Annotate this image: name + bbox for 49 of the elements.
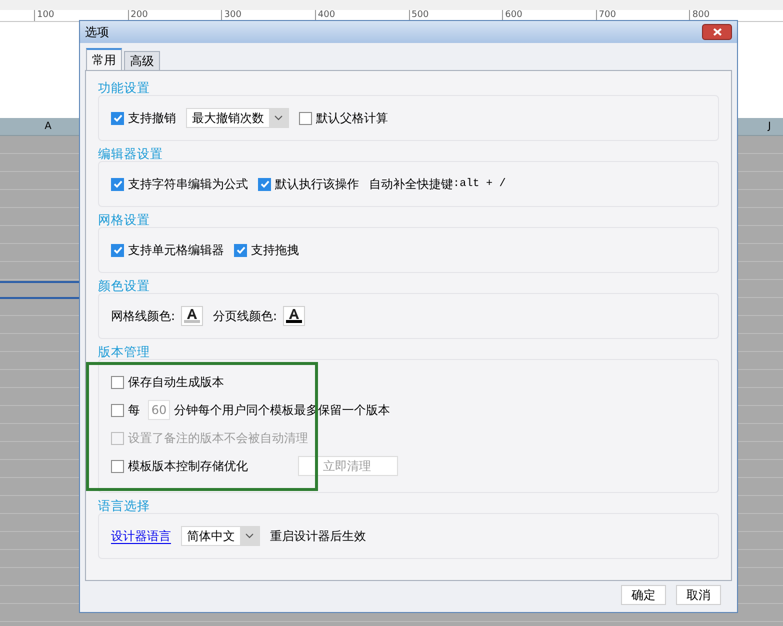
checkbox-label: 默认执行该操作	[275, 176, 359, 193]
section-title: 编辑器设置	[98, 146, 163, 161]
checkbox[interactable]	[111, 244, 124, 256]
dialog-button[interactable]: 确定	[621, 585, 666, 605]
interval-prefix: 每	[128, 402, 140, 419]
section-title: 语言选择	[98, 498, 150, 513]
checkbox[interactable]	[111, 178, 124, 190]
checkbox-label: 保存自动生成版本	[128, 374, 224, 391]
checkbox[interactable]	[258, 178, 271, 190]
close-icon	[712, 28, 722, 36]
chevron-down-icon	[240, 527, 259, 545]
dropdown-value: 最大撤销次数	[191, 110, 265, 127]
dropdown-value: 简体中文	[186, 528, 236, 545]
letter-icon	[288, 309, 300, 319]
checkbox-label: 支持撤销	[128, 110, 176, 127]
dialog-button[interactable]: 取消	[676, 585, 721, 605]
color-label: 分页线颜色:	[213, 308, 278, 325]
letter-icon	[186, 309, 198, 319]
dropdown[interactable]: 简体中文	[181, 526, 260, 546]
tab[interactable]: 高级	[124, 51, 160, 70]
checkbox[interactable]	[299, 112, 312, 124]
section-title: 版本管理	[98, 344, 150, 359]
checkbox[interactable]	[111, 404, 124, 416]
checkbox-label: 支持字符串编辑为公式	[128, 176, 248, 193]
color-picker-button[interactable]	[181, 306, 204, 326]
checkbox[interactable]	[111, 112, 124, 124]
section-title: 功能设置	[98, 80, 150, 95]
checkbox-label: 支持拖拽	[251, 242, 299, 259]
checkbox[interactable]	[111, 376, 124, 388]
minutes-field[interactable]: 60	[148, 400, 170, 420]
checkbox-label: 默认父格计算	[316, 110, 388, 127]
section-title: 颜色设置	[98, 278, 150, 293]
language-link[interactable]: 设计器语言	[111, 527, 171, 545]
chevron-down-icon	[269, 109, 288, 127]
shortcut-label: 自动补全快捷键	[369, 176, 453, 193]
shortcut-keys: :alt + /	[453, 176, 506, 192]
note-text: 重启设计器后生效	[270, 528, 366, 545]
checkbox-label: 支持单元格编辑器	[128, 242, 224, 259]
checkbox-label: 模板版本控制存储优化	[128, 458, 248, 475]
dropdown[interactable]: 最大撤销次数	[186, 108, 289, 128]
window-title: 选项	[85, 24, 110, 41]
close-button[interactable]	[702, 24, 732, 40]
checkbox[interactable]	[111, 460, 124, 472]
checkbox-label: 设置了备注的版本不会被自动清理	[128, 430, 308, 447]
section-title: 网格设置	[98, 212, 150, 227]
tab[interactable]: 常用	[86, 48, 122, 70]
color-label: 网格线颜色:	[111, 308, 176, 325]
color-picker-button[interactable]	[283, 306, 306, 326]
checkbox[interactable]	[234, 244, 247, 256]
